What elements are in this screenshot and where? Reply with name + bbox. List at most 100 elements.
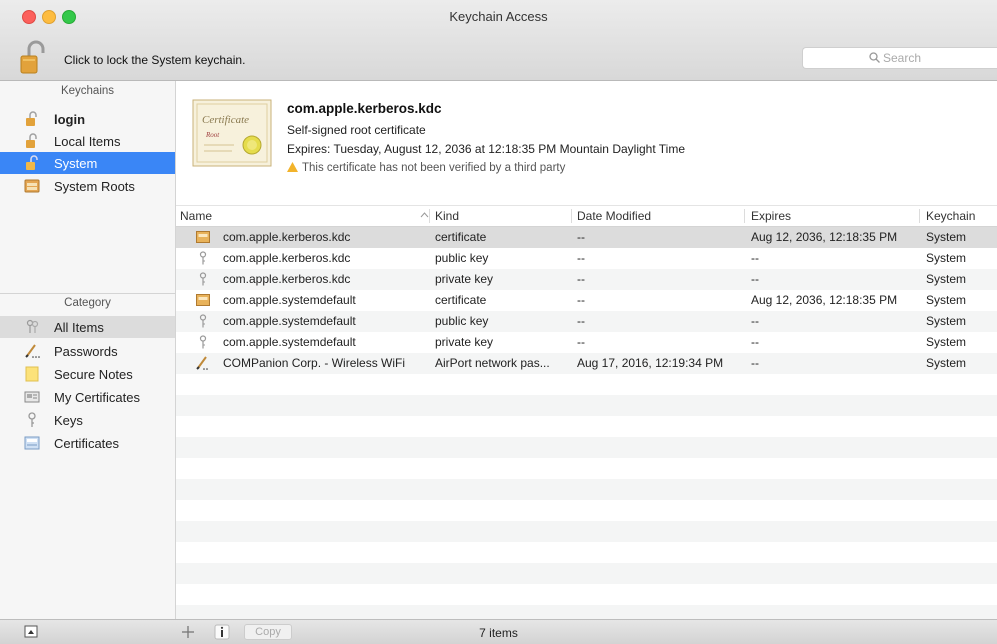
bottom-bar: Copy 7 items xyxy=(0,619,997,644)
column-separator[interactable] xyxy=(429,209,430,223)
sidebar-item-certificates[interactable]: Certificates xyxy=(0,432,175,454)
certificate-expiry: Expires: Tuesday, August 12, 2036 at 12:… xyxy=(287,142,686,156)
certificate-thumbnail[interactable]: Certificate Root xyxy=(192,99,272,167)
key-icon xyxy=(28,412,36,427)
sidebar-item-label: login xyxy=(54,112,86,127)
lock-hint-text: Click to lock the System keychain. xyxy=(64,53,246,67)
empty-row xyxy=(176,458,997,479)
column-header-keychain[interactable]: Keychain xyxy=(926,209,975,223)
keychain-access-window: Keychain Access Click to lock the System… xyxy=(0,0,997,644)
table-row[interactable]: com.apple.kerberos.kdc private key -- --… xyxy=(176,269,997,290)
sidebar-divider[interactable] xyxy=(0,293,175,294)
key-icon xyxy=(199,314,207,328)
sidebar-item-my-certificates[interactable]: My Certificates xyxy=(0,386,175,408)
column-header-kind[interactable]: Kind xyxy=(435,209,459,223)
warning-text: This certificate has not been verified b… xyxy=(302,162,566,174)
table-row[interactable]: com.apple.systemdefault certificate -- A… xyxy=(176,290,997,311)
cell-keychain: System xyxy=(926,335,967,349)
item-count-status: 7 items xyxy=(479,626,518,640)
column-header-expires[interactable]: Expires xyxy=(751,209,791,223)
empty-row xyxy=(176,416,997,437)
sort-ascending-icon xyxy=(420,212,429,218)
sidebar-item-label: Passwords xyxy=(54,344,118,359)
column-header-date-modified[interactable]: Date Modified xyxy=(577,209,651,223)
lock-icon xyxy=(26,111,37,126)
certificate-icon xyxy=(24,436,40,450)
warning-icon xyxy=(287,162,298,172)
cell-name: com.apple.kerberos.kdc xyxy=(223,272,351,286)
empty-row xyxy=(176,521,997,542)
cell-kind: private key xyxy=(435,272,494,286)
cell-date-modified: Aug 17, 2016, 12:19:34 PM xyxy=(577,356,724,370)
cell-expires: -- xyxy=(751,251,759,265)
sidebar: Keychains login Local Items System Syste… xyxy=(0,81,176,619)
sidebar-item-secure-notes[interactable]: Secure Notes xyxy=(0,363,175,385)
sidebar-item-keys[interactable]: Keys xyxy=(0,409,175,431)
window-title: Keychain Access xyxy=(449,9,548,24)
certificate-name: com.apple.kerberos.kdc xyxy=(287,101,442,116)
empty-row xyxy=(176,437,997,458)
column-separator[interactable] xyxy=(571,209,572,223)
cell-keychain: System xyxy=(926,314,967,328)
key-icon xyxy=(199,251,207,265)
sidebar-item-system-roots[interactable]: System Roots xyxy=(0,175,175,197)
table-row[interactable]: COMPanion Corp. - Wireless WiFi AirPort … xyxy=(176,353,997,374)
items-table[interactable]: com.apple.kerberos.kdc certificate -- Au… xyxy=(176,227,997,619)
search-input[interactable] xyxy=(883,50,983,66)
empty-row xyxy=(176,584,997,605)
cell-date-modified: -- xyxy=(577,251,585,265)
table-row[interactable]: com.apple.kerberos.kdc certificate -- Au… xyxy=(176,227,997,248)
sidebar-item-system[interactable]: System xyxy=(0,152,175,174)
table-row[interactable]: com.apple.systemdefault private key -- -… xyxy=(176,332,997,353)
cell-keychain: System xyxy=(926,356,967,370)
note-icon xyxy=(25,366,39,382)
cell-kind: public key xyxy=(435,251,489,265)
empty-row xyxy=(176,374,997,395)
cell-date-modified: -- xyxy=(577,230,585,244)
keys-icon xyxy=(26,319,39,333)
cell-keychain: System xyxy=(926,251,967,265)
table-header: Name Kind Date Modified Expires Keychain xyxy=(176,205,997,227)
empty-row xyxy=(176,542,997,563)
key-icon xyxy=(199,335,207,349)
cell-name: com.apple.kerberos.kdc xyxy=(223,230,351,244)
cabinet-icon xyxy=(24,179,40,193)
cell-date-modified: -- xyxy=(577,293,585,307)
key-icon xyxy=(199,272,207,286)
sidebar-item-label: All Items xyxy=(54,320,104,335)
column-separator[interactable] xyxy=(744,209,745,223)
lock-open-icon xyxy=(26,155,38,170)
cell-keychain: System xyxy=(926,230,967,244)
cell-name: com.apple.systemdefault xyxy=(223,314,356,328)
cell-date-modified: -- xyxy=(577,314,585,328)
certificate-type: Self-signed root certificate xyxy=(287,123,426,137)
cell-kind: private key xyxy=(435,335,494,349)
sidebar-item-login[interactable]: login xyxy=(0,108,175,130)
search-field[interactable] xyxy=(802,47,997,69)
cell-kind: certificate xyxy=(435,293,487,307)
certificate-card-icon xyxy=(24,391,40,403)
column-separator[interactable] xyxy=(919,209,920,223)
thumb-title: Certificate xyxy=(202,114,249,126)
sidebar-item-all-items[interactable]: All Items xyxy=(0,316,175,338)
empty-row xyxy=(176,479,997,500)
cell-kind: certificate xyxy=(435,230,487,244)
sidebar-item-local-items[interactable]: Local Items xyxy=(0,130,175,152)
sidebar-item-passwords[interactable]: Passwords xyxy=(0,340,175,362)
sidebar-item-label: Local Items xyxy=(54,134,121,149)
certificate-icon xyxy=(196,231,210,243)
cell-kind: AirPort network pas... xyxy=(435,356,550,370)
table-row[interactable]: com.apple.kerberos.kdc public key -- -- … xyxy=(176,248,997,269)
empty-row xyxy=(176,500,997,521)
cell-keychain: System xyxy=(926,272,967,286)
cell-expires: -- xyxy=(751,272,759,286)
lock-icon[interactable] xyxy=(20,40,46,74)
sidebar-item-label: System Roots xyxy=(54,179,135,194)
cell-keychain: System xyxy=(926,293,967,307)
category-section-title: Category xyxy=(64,297,111,309)
pen-icon xyxy=(25,344,40,358)
table-row[interactable]: com.apple.systemdefault public key -- --… xyxy=(176,311,997,332)
cell-name: com.apple.systemdefault xyxy=(223,293,356,307)
pen-icon xyxy=(196,356,208,370)
column-header-name[interactable]: Name xyxy=(180,209,212,223)
